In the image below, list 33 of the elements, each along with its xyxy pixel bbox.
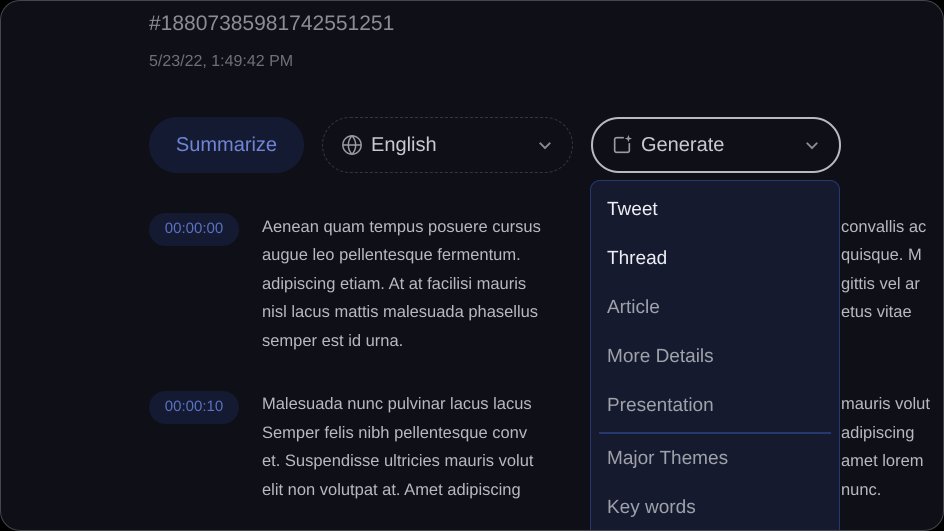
summarize-button[interactable]: Summarize: [149, 117, 304, 173]
menu-item[interactable]: Major Themes: [599, 435, 831, 484]
transcript-text: Malesuada nunc pulvinar lacus lacus: [262, 395, 532, 414]
timestamp: 5/23/22, 1:49:42 PM: [149, 52, 294, 72]
transcript-text: gittis vel ar: [841, 274, 920, 295]
transcript-text: adipiscing etiam. At at facilisi mauris: [262, 274, 526, 293]
transcript-text: nisl lacus mattis malesuada phasellus: [262, 303, 538, 322]
transcript-text: Aenean quam tempus posuere cursus: [262, 218, 541, 236]
timestamp-badge[interactable]: 00:00:10: [149, 390, 239, 424]
transcript-text: Semper felis nibh pellentesque conv: [262, 424, 528, 442]
menu-item[interactable]: Article: [599, 284, 831, 333]
sparkle-square-icon: [611, 134, 633, 156]
transcript-text: etus vitae: [841, 302, 912, 324]
transcript-text: mauris volut: [841, 394, 930, 416]
menu-item[interactable]: Key words: [599, 484, 831, 530]
transcript-text: et. Suspendisse ultricies mauris volut: [262, 452, 534, 470]
transcript-text: adipiscing: [841, 422, 914, 444]
menu-item[interactable]: Tweet: [599, 186, 831, 235]
menu-item[interactable]: More Details: [599, 333, 831, 382]
transcript-text: amet lorem: [841, 451, 924, 472]
menu-item[interactable]: Thread: [599, 235, 831, 284]
transcript-text: nunc.: [841, 480, 882, 501]
record-id: #18807385981742551251: [149, 11, 394, 37]
menu-item[interactable]: Presentation: [599, 382, 831, 431]
globe-icon: [341, 134, 363, 156]
language-select[interactable]: English: [322, 117, 573, 173]
transcript-text: augue leo pellentesque fermentum.: [262, 246, 521, 264]
transcript-text: semper est id urna.: [262, 332, 404, 350]
transcript-text: elit non volutpat at. Amet adipiscing: [262, 480, 521, 499]
generate-select[interactable]: Generate: [591, 117, 841, 173]
transcript-text: quisque. M: [841, 245, 922, 266]
transcript-text: convallis ac: [841, 216, 926, 238]
timestamp-badge[interactable]: 00:00:00: [149, 213, 239, 246]
